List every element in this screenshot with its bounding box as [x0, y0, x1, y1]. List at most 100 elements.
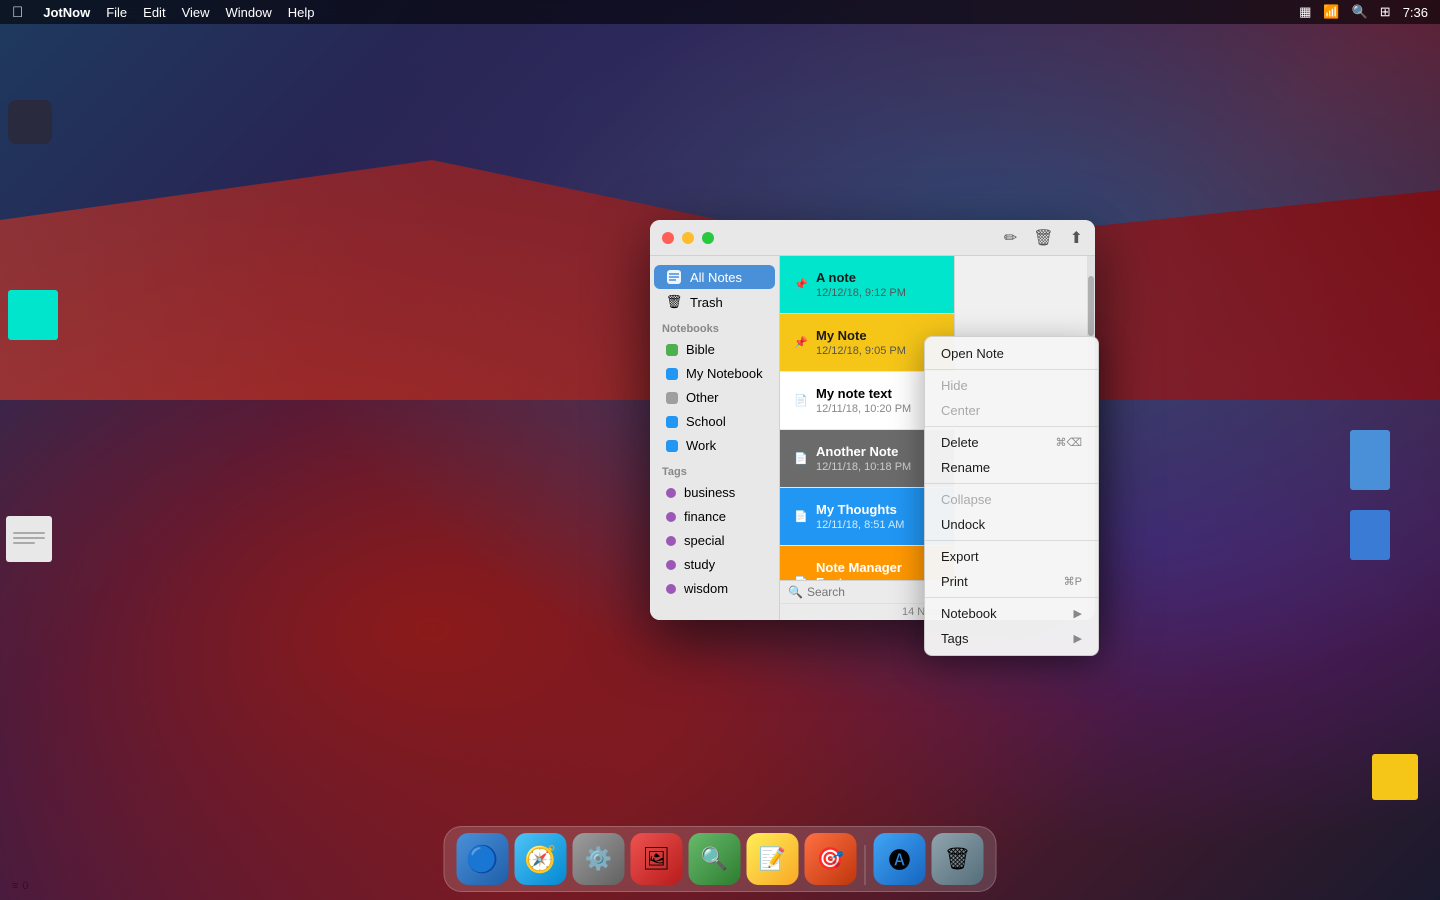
note-5-pin-icon: 📄: [794, 510, 808, 523]
other-color-dot: [666, 392, 678, 404]
share-icon[interactable]: ⬆: [1070, 228, 1083, 248]
business-label: business: [684, 485, 735, 500]
ctx-print-label: Print: [941, 574, 968, 589]
wisdom-tag-dot: [666, 584, 676, 594]
menubar-help[interactable]: Help: [288, 5, 315, 20]
dock-finder[interactable]: 🔵: [457, 833, 509, 885]
finder-icon: 🔵: [466, 844, 498, 875]
apple-logo[interactable]: : [12, 4, 23, 21]
scrollbar-thumb[interactable]: [1088, 276, 1094, 336]
sidebar-item-business[interactable]: business: [654, 481, 775, 504]
tags-section-label: Tags: [650, 458, 779, 480]
menubar:  JotNow File Edit View Window Help ▦ 📶 …: [0, 0, 1440, 24]
trash-sidebar-icon: 🗑: [666, 294, 682, 310]
window-close-button[interactable]: [662, 232, 674, 244]
ctx-separator-1: [925, 369, 1098, 370]
background-app-icon: [8, 100, 52, 144]
ctx-notebook[interactable]: Notebook ▶: [925, 601, 1098, 626]
ctx-hide-label: Hide: [941, 378, 968, 393]
sidebar-item-bible[interactable]: Bible: [654, 338, 775, 361]
ctx-rename-label: Rename: [941, 460, 990, 475]
dock-instruments[interactable]: 🎯: [805, 833, 857, 885]
ctx-print[interactable]: Print ⌘P: [925, 569, 1098, 594]
dock-preview[interactable]: 🖼: [631, 833, 683, 885]
background-small-note: [6, 516, 52, 562]
ctx-collapse[interactable]: Collapse: [925, 487, 1098, 512]
ctx-export-label: Export: [941, 549, 979, 564]
menubar-search-icon[interactable]: 🔍: [1352, 4, 1368, 20]
menubar-app-name[interactable]: JotNow: [43, 5, 90, 20]
menubar-view[interactable]: View: [182, 5, 210, 20]
sidebar-item-work[interactable]: Work: [654, 434, 775, 457]
ctx-tags-arrow: ▶: [1074, 632, 1082, 645]
window-titlebar: ✏ 🗑 ⬆: [650, 220, 1095, 256]
easyfind-icon: 🔍: [701, 846, 728, 872]
ctx-export[interactable]: Export: [925, 544, 1098, 569]
window-maximize-button[interactable]: [702, 232, 714, 244]
sidebar-item-my-notebook[interactable]: My Notebook: [654, 362, 775, 385]
window-traffic-lights: [662, 232, 714, 244]
dock-stickies[interactable]: 📝: [747, 833, 799, 885]
note-5-title: My Thoughts: [816, 502, 936, 517]
menubar-clock: 7:36: [1403, 5, 1428, 20]
ctx-undock[interactable]: Undock: [925, 512, 1098, 537]
appstore-icon: 🅐: [888, 843, 910, 875]
all-notes-label: All Notes: [690, 270, 742, 285]
dock-trash[interactable]: 🗑: [932, 833, 984, 885]
note-item-1[interactable]: 📌 A note 12/12/18, 9:12 PM: [780, 256, 954, 314]
ctx-separator-4: [925, 540, 1098, 541]
wisdom-label: wisdom: [684, 581, 728, 596]
edit-icon[interactable]: ✏: [1004, 228, 1017, 248]
dock-easyfind[interactable]: 🔍: [689, 833, 741, 885]
finance-label: finance: [684, 509, 726, 524]
dock-system-prefs[interactable]: ⚙️: [573, 833, 625, 885]
finance-tag-dot: [666, 512, 676, 522]
note-2-pin-icon: 📌: [794, 336, 808, 349]
ctx-collapse-label: Collapse: [941, 492, 992, 507]
menubar-controlcenter-icon[interactable]: ⊞: [1380, 4, 1391, 20]
study-tag-dot: [666, 560, 676, 570]
sidebar-item-all-notes[interactable]: All Notes: [654, 265, 775, 289]
work-label: Work: [686, 438, 716, 453]
sidebar: All Notes 🗑 Trash Notebooks Bible My Not…: [650, 256, 780, 620]
background-blue-note-2: [1350, 510, 1390, 560]
sidebar-item-wisdom[interactable]: wisdom: [654, 577, 775, 600]
menubar-file[interactable]: File: [106, 5, 127, 20]
dock-separator: [865, 845, 866, 885]
note-3-title: My note text: [816, 386, 936, 401]
note-4-title: Another Note: [816, 444, 936, 459]
note-1-date: 12/12/18, 9:12 PM: [816, 287, 936, 299]
menubar-grid-icon: ▦: [1299, 4, 1311, 20]
background-yellow-note: [1372, 754, 1418, 800]
ctx-tags[interactable]: Tags ▶: [925, 626, 1098, 651]
ctx-center[interactable]: Center: [925, 398, 1098, 423]
bible-color-dot: [666, 344, 678, 356]
sidebar-item-study[interactable]: study: [654, 553, 775, 576]
sidebar-item-finance[interactable]: finance: [654, 505, 775, 528]
sidebar-item-trash[interactable]: 🗑 Trash: [654, 290, 775, 314]
ctx-hide[interactable]: Hide: [925, 373, 1098, 398]
other-label: Other: [686, 390, 719, 405]
ctx-open-note[interactable]: Open Note: [925, 341, 1098, 366]
sidebar-item-other[interactable]: Other: [654, 386, 775, 409]
dock-appstore[interactable]: 🅐: [874, 833, 926, 885]
window-minimize-button[interactable]: [682, 232, 694, 244]
note-6-title: Note Manager Feat...: [816, 560, 936, 580]
safari-icon: 🧭: [524, 844, 556, 875]
special-label: special: [684, 533, 724, 548]
sidebar-item-school[interactable]: School: [654, 410, 775, 433]
sidebar-item-special[interactable]: special: [654, 529, 775, 552]
note-5-date: 12/11/18, 8:51 AM: [816, 519, 936, 531]
instruments-icon: 🎯: [817, 846, 844, 872]
dock-safari[interactable]: 🧭: [515, 833, 567, 885]
my-notebook-color-dot: [666, 368, 678, 380]
trash-icon[interactable]: 🗑: [1033, 228, 1053, 248]
ctx-center-label: Center: [941, 403, 980, 418]
ctx-rename[interactable]: Rename: [925, 455, 1098, 480]
menubar-edit[interactable]: Edit: [143, 5, 165, 20]
context-menu: Open Note Hide Center Delete ⌘⌫ Rename C…: [924, 336, 1099, 656]
menubar-window[interactable]: Window: [226, 5, 272, 20]
ctx-delete[interactable]: Delete ⌘⌫: [925, 430, 1098, 455]
menubar-right: ▦ 📶 🔍 ⊞ 7:36: [1299, 4, 1428, 20]
dock: 🔵 🧭 ⚙️ 🖼 🔍 📝 🎯 🅐 🗑: [444, 826, 997, 892]
